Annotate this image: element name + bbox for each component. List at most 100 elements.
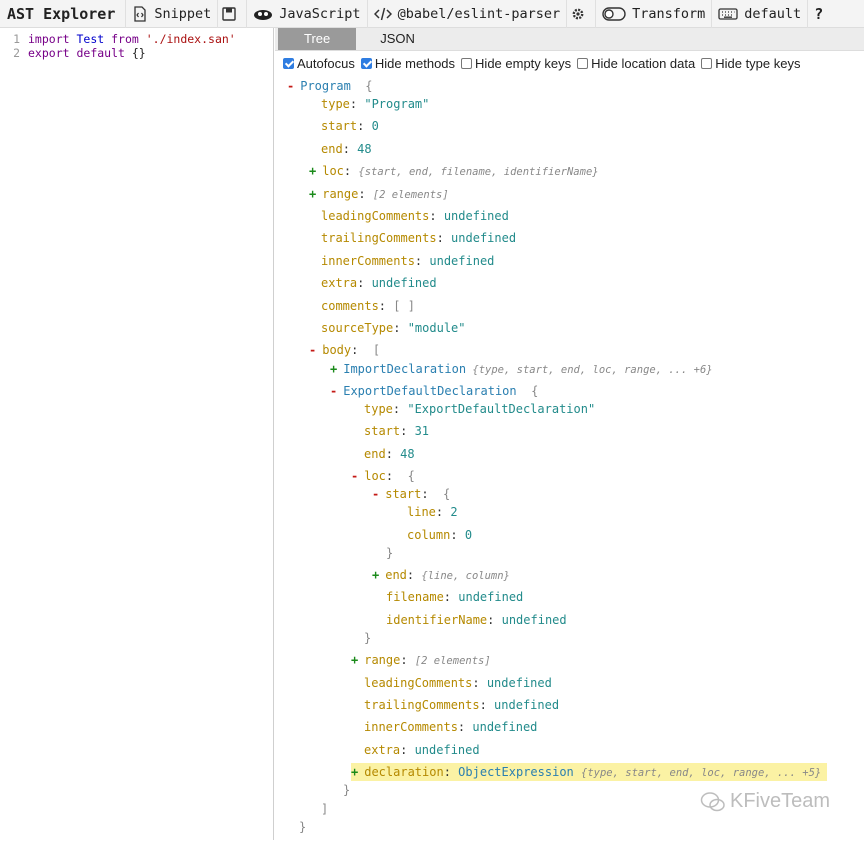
tree-node[interactable]: + range: [2 elements] bbox=[309, 185, 449, 203]
bracket: } bbox=[299, 820, 307, 834]
tree-node: leadingComments: undefined bbox=[364, 674, 552, 692]
tree-node[interactable]: - body: [ bbox=[309, 341, 380, 359]
code-token: from bbox=[104, 32, 139, 46]
property-value: 48 bbox=[400, 447, 415, 461]
collapse-toggle[interactable]: - bbox=[309, 343, 316, 357]
colon: : bbox=[349, 97, 365, 111]
option-autofocus[interactable]: Autofocus bbox=[283, 56, 355, 71]
language-selector[interactable]: JavaScript bbox=[246, 0, 366, 28]
option-label: Hide empty keys bbox=[475, 55, 572, 71]
option-hide-location-data[interactable]: Hide location data bbox=[577, 56, 695, 71]
bracket: [ ] bbox=[393, 299, 415, 313]
tree-node: extra: undefined bbox=[364, 741, 480, 759]
tree-node: trailingComments: undefined bbox=[364, 696, 559, 714]
tree-node[interactable]: - loc: { bbox=[351, 467, 415, 485]
tree-node[interactable]: - start: { bbox=[372, 485, 450, 503]
checkbox[interactable] bbox=[701, 57, 713, 69]
colon: : bbox=[487, 613, 502, 627]
tree-node[interactable]: + end: {line, column} bbox=[372, 566, 510, 584]
tree-node[interactable]: + range: [2 elements] bbox=[351, 651, 491, 669]
gear-icon bbox=[572, 8, 584, 19]
snippet-button[interactable]: Snippet bbox=[125, 0, 217, 28]
colon: : bbox=[385, 469, 401, 483]
keymap-selector[interactable]: default bbox=[711, 0, 807, 28]
option-hide-type-keys[interactable]: Hide type keys bbox=[701, 56, 800, 71]
bracket: } bbox=[386, 546, 394, 560]
node-type[interactable]: Program bbox=[300, 79, 351, 93]
collapse-toggle[interactable]: - bbox=[351, 469, 358, 483]
tree-node[interactable]: + ImportDeclaration {type, start, end, lo… bbox=[330, 360, 713, 378]
tree-node: type: "Program" bbox=[321, 95, 429, 113]
option-label: Hide methods bbox=[374, 55, 456, 71]
transform-toggle[interactable]: Transform bbox=[595, 0, 711, 28]
parser-settings-button[interactable] bbox=[566, 0, 595, 28]
property-key: start bbox=[321, 119, 358, 133]
tree-node[interactable]: + declaration: ObjectExpression {type, st… bbox=[351, 763, 828, 781]
node-type[interactable]: ImportDeclaration bbox=[343, 362, 466, 376]
tab-tree[interactable]: Tree bbox=[278, 28, 357, 50]
tree-node: } bbox=[343, 781, 350, 799]
tree-node: innerComments: undefined bbox=[364, 718, 537, 736]
property-key: start bbox=[385, 487, 422, 501]
tree-node: end: 48 bbox=[364, 445, 415, 463]
tree-node: identifierName: undefined bbox=[386, 611, 567, 629]
property-value: undefined bbox=[494, 698, 560, 712]
tree-node[interactable]: + loc: {start, end, filename, identifierN… bbox=[309, 162, 599, 180]
open-bracket: { bbox=[350, 79, 373, 93]
code-file-icon bbox=[134, 5, 147, 22]
tree-node: line: 2 bbox=[407, 503, 458, 521]
property-key: filename bbox=[386, 590, 444, 604]
snippet-label: Snippet bbox=[154, 5, 212, 22]
property-value: 31 bbox=[414, 424, 430, 438]
language-label: JavaScript bbox=[279, 5, 361, 22]
tree-node[interactable]: - ExportDefaultDeclaration { bbox=[330, 382, 538, 400]
tree-node: extra: undefined bbox=[321, 274, 437, 292]
checkbox[interactable] bbox=[283, 57, 294, 69]
checkbox[interactable] bbox=[461, 57, 473, 69]
expand-toggle[interactable]: + bbox=[309, 187, 316, 201]
tab-json[interactable]: JSON bbox=[356, 28, 439, 50]
property-key: column bbox=[407, 528, 451, 542]
tree-node: sourceType: "module" bbox=[321, 319, 466, 337]
colon: : bbox=[479, 698, 495, 712]
code-token: export bbox=[28, 46, 70, 60]
node-type[interactable]: ExportDefaultDeclaration bbox=[343, 384, 516, 398]
property-value: "module" bbox=[407, 321, 466, 335]
option-label: Hide type keys bbox=[715, 55, 801, 71]
colon: : bbox=[358, 187, 373, 201]
option-label: Autofocus bbox=[297, 55, 355, 71]
save-button[interactable] bbox=[217, 0, 246, 28]
help-button[interactable]: ? bbox=[807, 0, 829, 28]
collapse-toggle[interactable]: - bbox=[287, 79, 294, 93]
expand-toggle[interactable]: + bbox=[351, 653, 358, 667]
expand-toggle[interactable]: + bbox=[372, 568, 379, 582]
option-hide-methods[interactable]: Hide methods bbox=[360, 55, 456, 71]
bracket: } bbox=[364, 631, 372, 645]
checkbox[interactable] bbox=[577, 57, 589, 69]
parser-selector[interactable]: @babel/eslint-parser bbox=[366, 0, 567, 28]
expand-toggle[interactable]: + bbox=[330, 362, 337, 376]
tree-node: trailingComments: undefined bbox=[321, 229, 516, 247]
code-editor[interactable]: 1 import Test from './index.san' 2 export d… bbox=[0, 28, 274, 840]
tree-node: type: "ExportDefaultDeclaration" bbox=[364, 400, 595, 418]
app-title: AST Explorer bbox=[7, 4, 116, 23]
property-key: body bbox=[322, 343, 352, 357]
tree-node[interactable]: - Program { bbox=[287, 77, 373, 95]
property-value: undefined bbox=[371, 276, 437, 290]
checkbox[interactable] bbox=[360, 57, 372, 69]
colon: : bbox=[429, 209, 444, 223]
expand-toggle[interactable]: + bbox=[351, 765, 358, 779]
collapse-toggle[interactable]: - bbox=[372, 487, 379, 501]
tree-node: start: 0 bbox=[321, 117, 379, 135]
open-bracket: [ bbox=[365, 343, 381, 357]
collapse-toggle[interactable]: - bbox=[330, 384, 337, 398]
property-value: 48 bbox=[357, 142, 372, 156]
code-icon bbox=[373, 7, 392, 20]
expand-toggle[interactable]: + bbox=[309, 164, 316, 178]
property-key: leadingComments bbox=[321, 209, 430, 223]
node-summary: {start, end, filename, identifierName} bbox=[358, 166, 599, 178]
node-type[interactable]: ObjectExpression bbox=[458, 765, 581, 779]
property-value: 0 bbox=[371, 119, 379, 133]
property-key: range bbox=[364, 653, 401, 667]
option-hide-empty-keys[interactable]: Hide empty keys bbox=[461, 56, 571, 71]
